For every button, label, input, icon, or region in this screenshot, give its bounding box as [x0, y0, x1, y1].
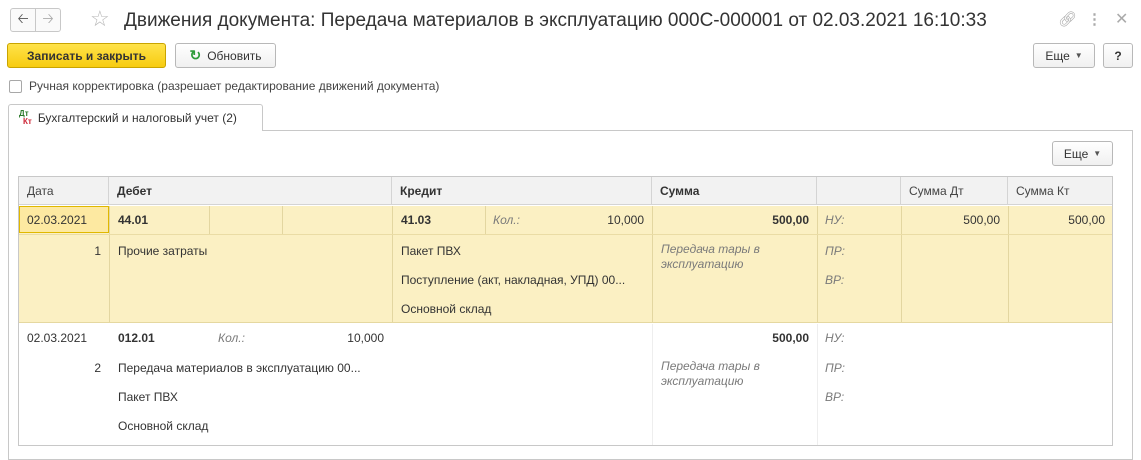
nu-label: НУ:: [825, 331, 845, 345]
row-number: 2: [94, 361, 101, 375]
nu-label: НУ:: [825, 213, 845, 227]
pr-label: ПР:: [825, 244, 845, 258]
back-button[interactable]: 🡠: [10, 8, 36, 32]
close-icon[interactable]: ✕: [1115, 10, 1128, 30]
refresh-button[interactable]: ↻ Обновить: [175, 43, 276, 68]
row-date: 02.03.2021: [27, 213, 88, 227]
tab-accounting[interactable]: Дт Кт Бухгалтерский и налоговый учет (2): [8, 104, 263, 131]
table-row[interactable]: 02.03.2021 2 012.01 Кол.: 10,000 Передач…: [19, 324, 1112, 445]
vr-label: ВР:: [825, 390, 845, 404]
credit-qty: 10,000: [607, 213, 644, 227]
debit-qty-label: Кол.:: [218, 331, 245, 345]
help-button[interactable]: ?: [1103, 43, 1133, 68]
save-and-close-button[interactable]: Записать и закрыть: [7, 43, 166, 68]
debit-subconto: Передача материалов в эксплуатацию 00...: [118, 361, 361, 375]
window-title: Движения документа: Передача материалов …: [124, 10, 987, 31]
table-header: Дата Дебет Кредит Сумма Сумма Дт Сумма К…: [19, 177, 1112, 205]
debit-account: 012.01: [118, 331, 155, 345]
column-header-debit[interactable]: Дебет: [109, 177, 392, 205]
debit-qty: 10,000: [347, 331, 384, 345]
forward-button[interactable]: 🡢: [35, 8, 61, 32]
debit-subconto: Основной склад: [118, 419, 209, 433]
arrow-right-icon: 🡢: [42, 10, 54, 26]
tab-accounting-label: Бухгалтерский и налоговый учет (2): [37, 111, 237, 125]
column-header-sum-kt[interactable]: Сумма Кт: [1008, 177, 1112, 205]
row-content: Передача тары в эксплуатацию: [661, 359, 760, 388]
chevron-down-icon: ▼: [1074, 51, 1083, 60]
refresh-icon: ↻: [189, 47, 202, 63]
panel-more-label: Еще: [1063, 146, 1089, 161]
row-content: Передача тары в эксплуатацию: [661, 242, 760, 271]
more-label: Еще: [1045, 48, 1070, 63]
favorite-star-icon[interactable]: ☆: [90, 6, 110, 32]
column-header-sum[interactable]: Сумма: [652, 177, 817, 205]
manual-correction-checkbox[interactable]: [9, 79, 22, 93]
debit-credit-icon: Дт Кт: [19, 109, 32, 126]
credit-subconto: Основной склад: [401, 302, 492, 316]
table-row[interactable]: 02.03.2021 1 44.01 Прочие затраты 41.03 …: [19, 206, 1112, 323]
sum-kt: 500,00: [1068, 213, 1105, 227]
sum-dt: 500,00: [963, 213, 1000, 227]
credit-subconto: Поступление (акт, накладная, УПД) 00...: [401, 273, 626, 287]
vr-label: ВР:: [825, 273, 845, 287]
arrow-left-icon: 🡠: [17, 10, 29, 26]
chevron-down-icon: ▼: [1093, 149, 1102, 158]
debit-subconto: Пакет ПВХ: [118, 390, 178, 404]
pr-label: ПР:: [825, 361, 845, 375]
manual-correction-label: Ручная корректировка (разрешает редактир…: [29, 79, 440, 93]
debit-account: 44.01: [118, 213, 149, 227]
row-number: 1: [94, 244, 101, 258]
row-sum: 500,00: [772, 213, 809, 227]
more-vertical-icon[interactable]: ⋮: [1087, 10, 1102, 30]
credit-subconto: Пакет ПВХ: [401, 244, 461, 258]
row-sum: 500,00: [772, 331, 809, 345]
credit-qty-label: Кол.:: [493, 213, 520, 227]
movements-table[interactable]: Дата Дебет Кредит Сумма Сумма Дт Сумма К…: [18, 176, 1113, 446]
help-label: ?: [1114, 48, 1122, 63]
column-header-date[interactable]: Дата: [19, 177, 109, 205]
column-header-credit[interactable]: Кредит: [392, 177, 652, 205]
link-icon[interactable]: 🔗︎: [1058, 10, 1077, 30]
manual-correction-row[interactable]: Ручная корректировка (разрешает редактир…: [9, 79, 439, 93]
panel-more-button[interactable]: Еще ▼: [1052, 141, 1113, 166]
column-header-sum-dt[interactable]: Сумма Дт: [901, 177, 1008, 205]
column-header-empty[interactable]: [817, 177, 901, 205]
credit-account: 41.03: [401, 213, 432, 227]
row-date: 02.03.2021: [27, 331, 88, 345]
save-and-close-label: Записать и закрыть: [27, 48, 146, 63]
refresh-label: Обновить: [207, 48, 262, 63]
debit-subconto: Прочие затраты: [118, 244, 208, 258]
more-menu-button[interactable]: Еще ▼: [1033, 43, 1095, 68]
